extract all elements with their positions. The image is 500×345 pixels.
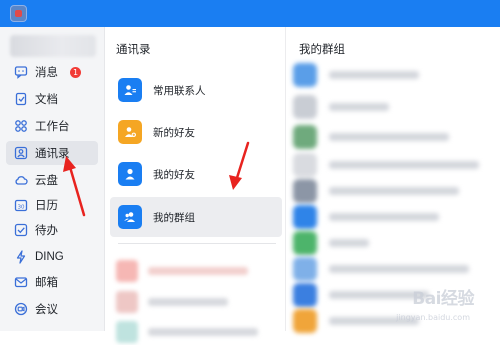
contacts-item-label: 我的群组	[153, 210, 195, 225]
sidebar-item-docs[interactable]: 文档	[6, 87, 98, 111]
contacts-title: 通讯录	[116, 41, 151, 57]
sidebar-item-contacts[interactable]: 通讯录	[6, 141, 98, 165]
blurred-text	[329, 265, 469, 273]
group-row[interactable]	[293, 177, 493, 205]
contacts-item-my-friends[interactable]: 我的好友	[110, 154, 282, 194]
sidebar-item-label: 邮箱	[35, 274, 58, 290]
sidebar-item-label: DING	[35, 251, 64, 263]
blurred-avatar	[116, 321, 138, 343]
contacts-item-new-friends[interactable]: 新的好友	[110, 112, 282, 152]
sidebar-item-label: 日历	[35, 197, 58, 213]
groups-title: 我的群组	[299, 41, 345, 57]
contacts-item-label: 我的好友	[153, 167, 195, 182]
blurred-text	[329, 213, 439, 221]
svg-text:30: 30	[18, 205, 25, 211]
frequent-contacts-icon	[118, 78, 142, 102]
blurred-text	[148, 298, 228, 306]
group-row[interactable]	[293, 255, 493, 283]
group-avatar	[293, 153, 317, 177]
unread-badge: 1	[70, 67, 81, 78]
sidebar-item-messages[interactable]: 消息 1	[6, 60, 98, 84]
sidebar-item-label: 待办	[35, 222, 58, 238]
chat-icon	[14, 65, 28, 79]
app-logo	[10, 5, 27, 22]
group-row[interactable]	[293, 229, 493, 257]
group-icon	[118, 205, 142, 229]
blurred-text	[329, 103, 389, 111]
sidebar-item-ding[interactable]: DING	[6, 245, 98, 269]
blurred-avatar	[116, 260, 138, 282]
sidebar-item-label: 工作台	[35, 118, 70, 134]
contacts-item-label: 常用联系人	[153, 83, 206, 98]
blurred-avatar	[116, 291, 138, 313]
sidebar-item-label: 会议	[35, 301, 58, 317]
blurred-text	[148, 328, 258, 336]
sidebar-item-label: 消息	[35, 64, 58, 80]
group-avatar	[293, 283, 317, 307]
group-avatar	[293, 179, 317, 203]
contacts-item-frequent[interactable]: 常用联系人	[110, 70, 282, 110]
cloud-icon	[14, 173, 28, 187]
contacts-divider	[118, 243, 276, 244]
sidebar-item-workbench[interactable]: 工作台	[6, 114, 98, 138]
watermark-url: jingyan.baidu.com	[396, 313, 470, 322]
sidebar-item-meeting[interactable]: 会议	[6, 297, 98, 321]
blurred-text	[329, 187, 459, 195]
blurred-text	[329, 133, 449, 141]
sidebar: 消息 1 文档 工作台 通讯录 云盘 30 日历 待办	[0, 27, 105, 331]
meeting-icon	[14, 302, 28, 316]
group-avatar	[293, 231, 317, 255]
sidebar-item-label: 云盘	[35, 172, 58, 188]
group-avatar	[293, 257, 317, 281]
contacts-icon	[14, 146, 28, 160]
sidebar-item-label: 通讯录	[35, 145, 70, 161]
group-row[interactable]	[293, 203, 493, 231]
blurred-organization-row[interactable]	[116, 319, 276, 345]
group-avatar	[293, 95, 317, 119]
group-avatar	[293, 205, 317, 229]
grid-icon	[14, 119, 28, 133]
calendar-icon: 30	[14, 198, 28, 212]
group-row[interactable]	[293, 93, 493, 121]
contacts-item-label: 新的好友	[153, 125, 195, 140]
user-profile[interactable]	[10, 35, 96, 57]
blurred-text	[329, 161, 479, 169]
checkbox-icon	[14, 223, 28, 237]
watermark: Bai经验	[412, 284, 474, 309]
friend-icon	[118, 162, 142, 186]
mail-icon	[14, 275, 28, 289]
sidebar-item-todo[interactable]: 待办	[6, 218, 98, 242]
blurred-text	[329, 239, 369, 247]
lightning-icon	[14, 250, 28, 264]
sidebar-item-mail[interactable]: 邮箱	[6, 270, 98, 294]
group-row[interactable]	[293, 123, 493, 151]
group-row[interactable]	[293, 151, 493, 179]
contacts-panel: 通讯录 常用联系人 新的好友 我的好友 我的群组	[106, 27, 286, 331]
blurred-text	[148, 267, 248, 275]
group-avatar	[293, 309, 317, 333]
document-icon	[14, 92, 28, 106]
contacts-item-my-groups[interactable]: 我的群组	[110, 197, 282, 237]
group-row[interactable]	[293, 61, 493, 89]
sidebar-item-calendar[interactable]: 30 日历	[6, 193, 98, 217]
blurred-text	[329, 71, 419, 79]
new-friend-icon	[118, 120, 142, 144]
title-bar	[0, 0, 500, 27]
group-avatar	[293, 125, 317, 149]
group-avatar	[293, 63, 317, 87]
sidebar-item-cloud[interactable]: 云盘	[6, 168, 98, 192]
blurred-organization-row[interactable]	[116, 258, 276, 284]
sidebar-item-label: 文档	[35, 91, 58, 107]
blurred-organization-row[interactable]	[116, 289, 276, 315]
